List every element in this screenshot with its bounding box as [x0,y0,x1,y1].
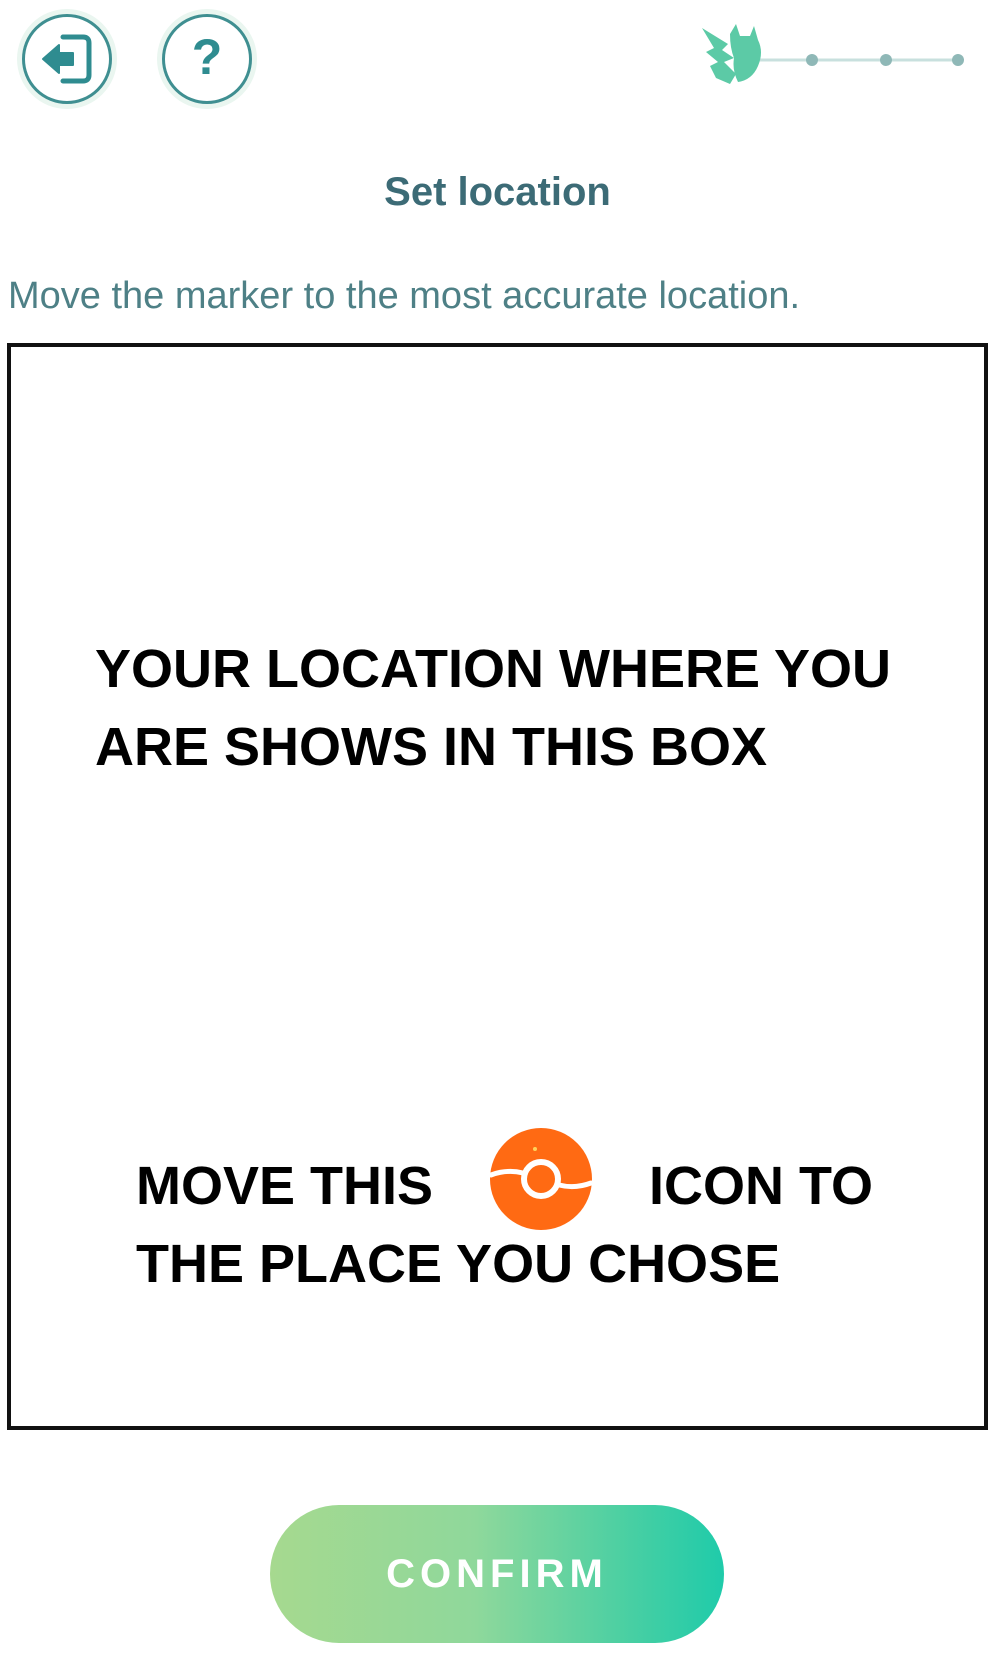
map-area[interactable]: YOUR LOCATION WHERE YOU ARE SHOWS IN THI… [7,343,988,1430]
question-mark-icon: ? [191,29,223,85]
pokestop-marker-icon[interactable] [489,1127,593,1231]
map-text-line-2: ARE SHOWS IN THIS BOX [95,717,768,777]
map-text-line-3-suffix: ICON TO [649,1156,874,1216]
progress-dot-4 [952,54,964,66]
map-text-line-3: MOVE THIS [136,1156,434,1216]
exit-button[interactable] [22,14,112,104]
confirm-button[interactable]: CONFIRM [270,1505,724,1643]
pikachu-silhouette-icon [702,24,761,84]
help-button[interactable]: ? [162,14,252,104]
map-text-line-1: YOUR LOCATION WHERE YOU [95,639,892,699]
instruction-text: Move the marker to the most accurate loc… [8,275,801,317]
progress-dot-2 [806,54,818,66]
map-text-line-4: THE PLACE YOU CHOSE [136,1234,781,1294]
confirm-button-label: CONFIRM [386,1551,608,1596]
progress-tracker [702,24,964,84]
page-title: Set location [384,170,611,214]
progress-dot-3 [880,54,892,66]
exit-door-icon [42,34,92,84]
